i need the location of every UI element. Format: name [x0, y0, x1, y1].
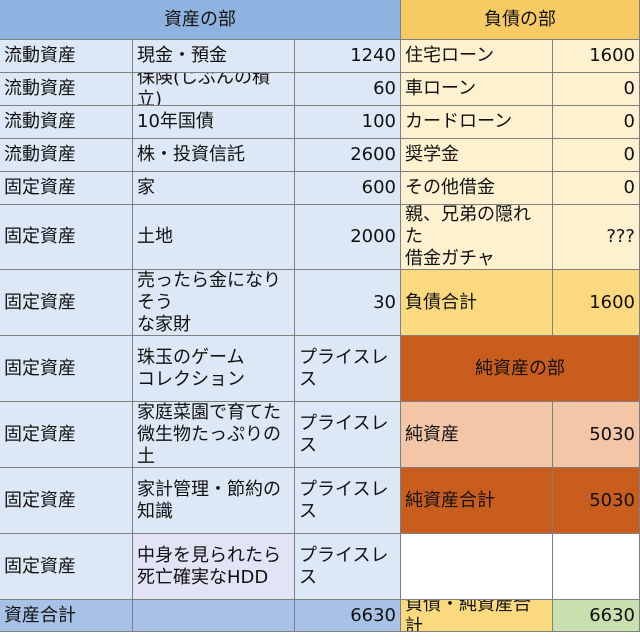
asset-item[interactable]: 珠玉のゲーム コレクション: [133, 336, 295, 402]
assets-total-label[interactable]: 資産合計: [0, 600, 133, 632]
asset-value[interactable]: 2600: [295, 139, 401, 172]
net-assets-total-label[interactable]: 純資産合計: [401, 468, 553, 534]
assets-header[interactable]: 資産の部: [0, 0, 401, 40]
asset-value[interactable]: プライスレス: [295, 534, 401, 600]
asset-value[interactable]: プライスレス: [295, 468, 401, 534]
asset-item[interactable]: 10年国債: [133, 106, 295, 139]
asset-value[interactable]: 600: [295, 172, 401, 205]
asset-type[interactable]: 流動資産: [0, 106, 133, 139]
net-assets-label[interactable]: 純資産: [401, 402, 553, 468]
empty-cell[interactable]: [401, 534, 553, 600]
asset-value[interactable]: 30: [295, 270, 401, 336]
net-assets-header[interactable]: 純資産の部: [401, 336, 640, 402]
asset-item[interactable]: 家: [133, 172, 295, 205]
asset-type[interactable]: 固定資産: [0, 172, 133, 205]
asset-value[interactable]: 100: [295, 106, 401, 139]
asset-type[interactable]: 固定資産: [0, 402, 133, 468]
asset-item[interactable]: 家庭菜園で育てた 微生物たっぷりの土: [133, 402, 295, 468]
asset-item[interactable]: 株・投資信託: [133, 139, 295, 172]
liability-value[interactable]: 1600: [553, 40, 640, 73]
empty-cell[interactable]: [553, 534, 640, 600]
liability-item[interactable]: 住宅ローン: [401, 40, 553, 73]
asset-item[interactable]: 土地: [133, 205, 295, 270]
asset-type[interactable]: 流動資産: [0, 73, 133, 106]
liability-value[interactable]: ???: [553, 205, 640, 270]
asset-type[interactable]: 固定資産: [0, 270, 133, 336]
asset-value[interactable]: 60: [295, 73, 401, 106]
asset-item[interactable]: 現金・預金: [133, 40, 295, 73]
liability-value[interactable]: 0: [553, 172, 640, 205]
assets-total-blank[interactable]: [133, 600, 295, 632]
grand-total-value[interactable]: 6630: [553, 600, 640, 632]
liability-value[interactable]: 0: [553, 106, 640, 139]
net-assets-total-value[interactable]: 5030: [553, 468, 640, 534]
liability-item[interactable]: カードローン: [401, 106, 553, 139]
asset-type[interactable]: 流動資産: [0, 40, 133, 73]
liability-value[interactable]: 0: [553, 139, 640, 172]
liabilities-total-value[interactable]: 1600: [553, 270, 640, 336]
asset-value[interactable]: 1240: [295, 40, 401, 73]
asset-type[interactable]: 固定資産: [0, 205, 133, 270]
net-assets-value[interactable]: 5030: [553, 402, 640, 468]
asset-value[interactable]: プライスレス: [295, 336, 401, 402]
asset-item[interactable]: 家計管理・節約の 知識: [133, 468, 295, 534]
asset-value[interactable]: 2000: [295, 205, 401, 270]
asset-value[interactable]: プライスレス: [295, 402, 401, 468]
asset-type[interactable]: 固定資産: [0, 534, 133, 600]
liability-item[interactable]: 奨学金: [401, 139, 553, 172]
liability-value[interactable]: 0: [553, 73, 640, 106]
liability-item[interactable]: 車ローン: [401, 73, 553, 106]
liabilities-total-label[interactable]: 負債合計: [401, 270, 553, 336]
asset-item[interactable]: 保険(じぶんの積立): [133, 73, 295, 106]
liabilities-header[interactable]: 負債の部: [401, 0, 640, 40]
asset-type[interactable]: 固定資産: [0, 468, 133, 534]
asset-item[interactable]: 売ったら金になりそう な家財: [133, 270, 295, 336]
assets-total-value[interactable]: 6630: [295, 600, 401, 632]
asset-type[interactable]: 流動資産: [0, 139, 133, 172]
balance-sheet: 資産の部 負債の部 流動資産 現金・預金 1240 流動資産 保険(じぶんの積立…: [0, 0, 640, 640]
grand-total-label[interactable]: 負債・純資産合計: [401, 600, 553, 632]
asset-item[interactable]: 中身を見られたら 死亡確実なHDD: [133, 534, 295, 600]
liability-item[interactable]: その他借金: [401, 172, 553, 205]
liability-item[interactable]: 親、兄弟の隠れた 借金ガチャ: [401, 205, 553, 270]
asset-type[interactable]: 固定資産: [0, 336, 133, 402]
